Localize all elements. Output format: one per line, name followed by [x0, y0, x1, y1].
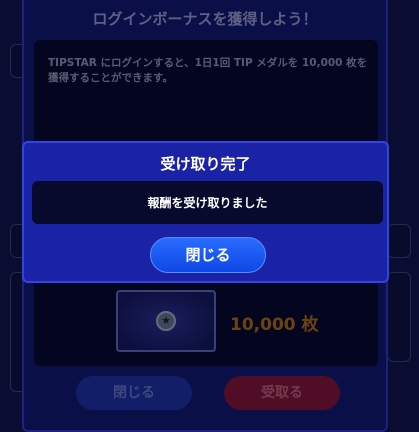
modal-title: 受け取り完了 — [160, 155, 251, 173]
receipt-complete-modal: 受け取り完了 報酬を受け取りました 閉じる — [22, 141, 389, 283]
modal-message: 報酬を受け取りました — [147, 196, 268, 210]
modal-message-box: 報酬を受け取りました — [32, 181, 383, 224]
modal-close-button[interactable]: 閉じる — [150, 237, 266, 273]
